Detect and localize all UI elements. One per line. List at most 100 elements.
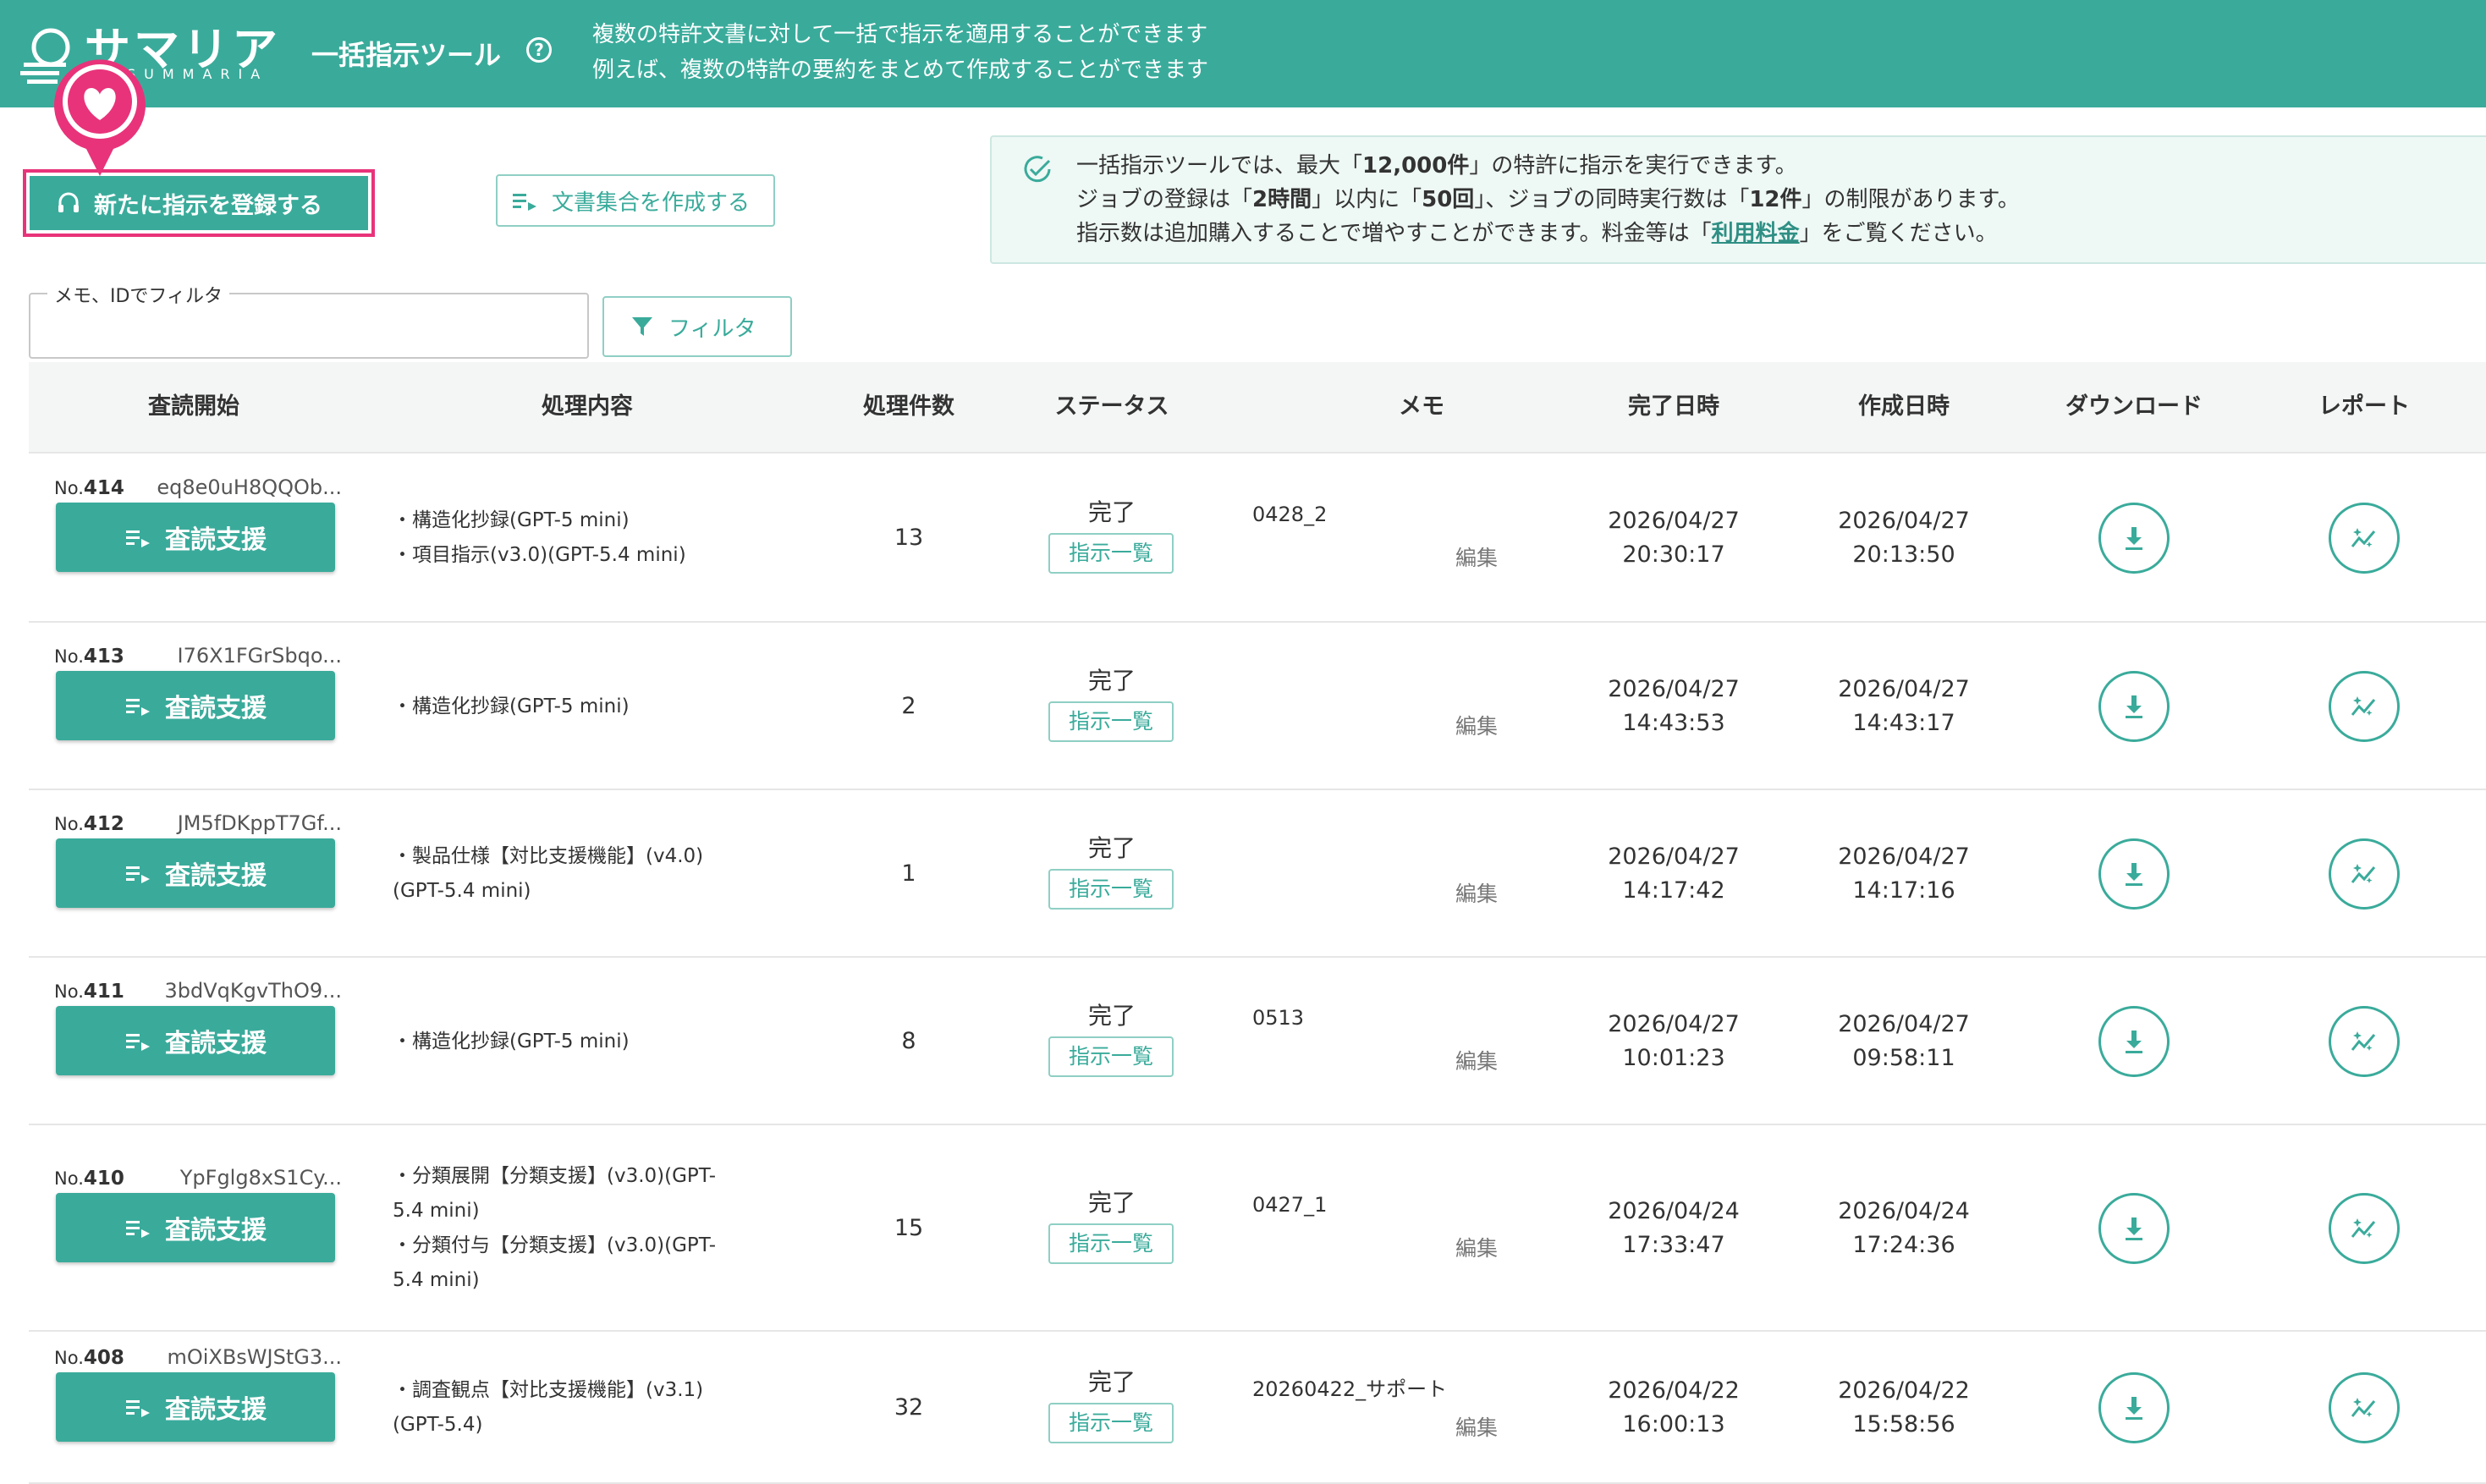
process-count: 1: [901, 860, 916, 887]
col-memo: メモ: [1399, 393, 1444, 420]
job-id: 3bdVqKgvThO9...: [164, 979, 342, 1003]
process-count: 13: [894, 525, 924, 551]
table-row: No.410 YpFglg8xS1Cy... 査読支援 ・分類展開【分類支援】(…: [29, 1125, 2486, 1332]
completed-datetime: 2026/04/27 14:43:53: [1608, 676, 1740, 736]
review-support-button[interactable]: 査読支援: [56, 503, 335, 572]
instruction-list-button[interactable]: 指示一覧: [1048, 701, 1174, 742]
report-button[interactable]: [2329, 1193, 2400, 1264]
download-button[interactable]: [2098, 1372, 2170, 1443]
download-icon: [2126, 527, 2142, 550]
edit-memo-link[interactable]: 編集: [1455, 1232, 1498, 1262]
created-datetime: 2026/04/27 14:43:17: [1838, 676, 1970, 736]
status-text: 完了: [1087, 1189, 1136, 1217]
job-number: No.408: [54, 1347, 124, 1369]
download-button[interactable]: [2098, 1006, 2170, 1077]
review-support-button[interactable]: 査読支援: [56, 1006, 335, 1075]
download-button[interactable]: [2098, 671, 2170, 742]
memo-id-filter-input[interactable]: メモ、IDでフィルタ: [29, 281, 589, 359]
report-button[interactable]: [2329, 838, 2400, 910]
table-header: 査読開始 処理内容 処理件数 ステータス メモ 完了日時 作成日時 ダウンロード…: [29, 362, 2486, 453]
download-icon: [2126, 863, 2142, 886]
list-play-icon: [126, 530, 150, 547]
download-button[interactable]: [2098, 1193, 2170, 1264]
download-button[interactable]: [2098, 503, 2170, 574]
download-icon: [2126, 695, 2142, 718]
review-support-button[interactable]: 査読支援: [56, 1193, 335, 1262]
job-id: eq8e0uH8QQOb...: [157, 475, 342, 499]
filter-button[interactable]: フィルタ: [602, 296, 792, 357]
process-item: 5.4 mini): [393, 1200, 480, 1222]
memo-text: 0513: [1252, 1006, 1305, 1030]
process-item: ・構造化抄録(GPT-5 mini): [393, 509, 630, 531]
edit-memo-link[interactable]: 編集: [1455, 710, 1498, 740]
job-number: No.413: [54, 646, 124, 668]
instruction-list-button[interactable]: 指示一覧: [1048, 533, 1174, 574]
review-support-label: 査読支援: [165, 1029, 267, 1058]
review-support-label: 査読支援: [165, 1216, 267, 1245]
heart-pin-icon[interactable]: [51, 49, 149, 184]
sparkle-chart-icon: [2351, 528, 2376, 547]
sparkle-chart-icon: [2351, 864, 2376, 883]
instruction-list-button[interactable]: 指示一覧: [1048, 1403, 1174, 1443]
table-row: No.413 I76X1FGrSbqo... 査読支援 ・構造化抄録(GPT-5…: [29, 623, 2486, 790]
created-datetime: 2026/04/27 20:13:50: [1838, 508, 1970, 568]
instruction-list-button[interactable]: 指示一覧: [1048, 1223, 1174, 1264]
review-support-label: 査読支援: [165, 525, 267, 555]
report-button[interactable]: [2329, 503, 2400, 574]
check-circle-icon: [1024, 156, 1051, 183]
process-item: ・項目指示(v3.0)(GPT-5.4 mini): [393, 544, 686, 566]
sparkle-chart-icon: [2351, 696, 2376, 716]
question-circle-icon[interactable]: ?: [526, 37, 552, 63]
create-doc-set-label: 文書集合を作成する: [552, 190, 751, 216]
report-button[interactable]: [2329, 1006, 2400, 1077]
review-support-label: 査読支援: [165, 1395, 267, 1425]
job-number: No.414: [54, 477, 124, 499]
review-support-button[interactable]: 査読支援: [56, 671, 335, 740]
created-datetime: 2026/04/22 15:58:56: [1838, 1377, 1970, 1437]
list-play-icon: [126, 866, 150, 883]
job-id: mOiXBsWJStG3...: [167, 1345, 342, 1369]
filter-label: メモ、IDでフィルタ: [47, 281, 229, 308]
process-count: 15: [894, 1215, 924, 1241]
created-datetime: 2026/04/27 09:58:11: [1838, 1011, 1970, 1071]
memo-text: 0428_2: [1252, 503, 1328, 526]
create-doc-set-button[interactable]: 文書集合を作成する: [496, 174, 775, 227]
job-number: No.410: [54, 1168, 124, 1190]
memo-text: 20260422_サポート: [1252, 1377, 1448, 1401]
edit-memo-link[interactable]: 編集: [1455, 877, 1498, 908]
job-id: JM5fDKppT7Gf...: [177, 811, 342, 835]
process-item: ・構造化抄録(GPT-5 mini): [393, 1031, 630, 1053]
filter-button-label: フィルタ: [668, 316, 756, 342]
col-report: レポート: [2318, 393, 2410, 420]
process-item: (GPT-5.4): [393, 1414, 483, 1436]
notice-line-2: ジョブの登録は「2時間」以内に「50回」、ジョブの同時実行数は「12件」の制限が…: [1076, 187, 2020, 212]
job-number: No.412: [54, 813, 124, 835]
download-button[interactable]: [2098, 838, 2170, 910]
review-support-button[interactable]: 査読支援: [56, 1372, 335, 1442]
edit-memo-link[interactable]: 編集: [1455, 1045, 1498, 1075]
status-text: 完了: [1087, 834, 1136, 862]
process-item: (GPT-5.4 mini): [393, 880, 531, 902]
report-button[interactable]: [2329, 671, 2400, 742]
memo-text: 0427_1: [1252, 1193, 1328, 1217]
download-icon: [2126, 1217, 2142, 1240]
process-item: ・調査観点【対比支援機能】(v3.1): [393, 1379, 704, 1401]
list-play-icon: [126, 1034, 150, 1051]
created-datetime: 2026/04/24 17:24:36: [1838, 1198, 1970, 1258]
process-list: ・構造化抄録(GPT-5 mini) ・項目指示(v3.0)(GPT-5.4 m…: [393, 503, 782, 573]
edit-memo-link[interactable]: 編集: [1455, 541, 1498, 572]
edit-memo-link[interactable]: 編集: [1455, 1411, 1498, 1442]
process-list: ・構造化抄録(GPT-5 mini): [393, 690, 782, 724]
pricing-link[interactable]: 利用料金: [1712, 221, 1800, 246]
process-list: ・構造化抄録(GPT-5 mini): [393, 1025, 782, 1059]
review-support-button[interactable]: 査読支援: [56, 838, 335, 908]
instruction-list-button[interactable]: 指示一覧: [1048, 869, 1174, 910]
process-list: ・製品仕様【対比支援機能】(v4.0) (GPT-5.4 mini): [393, 839, 782, 909]
process-item: ・製品仕様【対比支援機能】(v4.0): [393, 845, 704, 867]
report-button[interactable]: [2329, 1372, 2400, 1443]
table-row: No.412 JM5fDKppT7Gf... 査読支援 ・製品仕様【対比支援機能…: [29, 790, 2486, 958]
instruction-list-button[interactable]: 指示一覧: [1048, 1036, 1174, 1077]
process-count: 8: [901, 1028, 916, 1054]
sparkle-chart-icon: [2351, 1031, 2376, 1051]
list-play-icon: [126, 699, 150, 716]
